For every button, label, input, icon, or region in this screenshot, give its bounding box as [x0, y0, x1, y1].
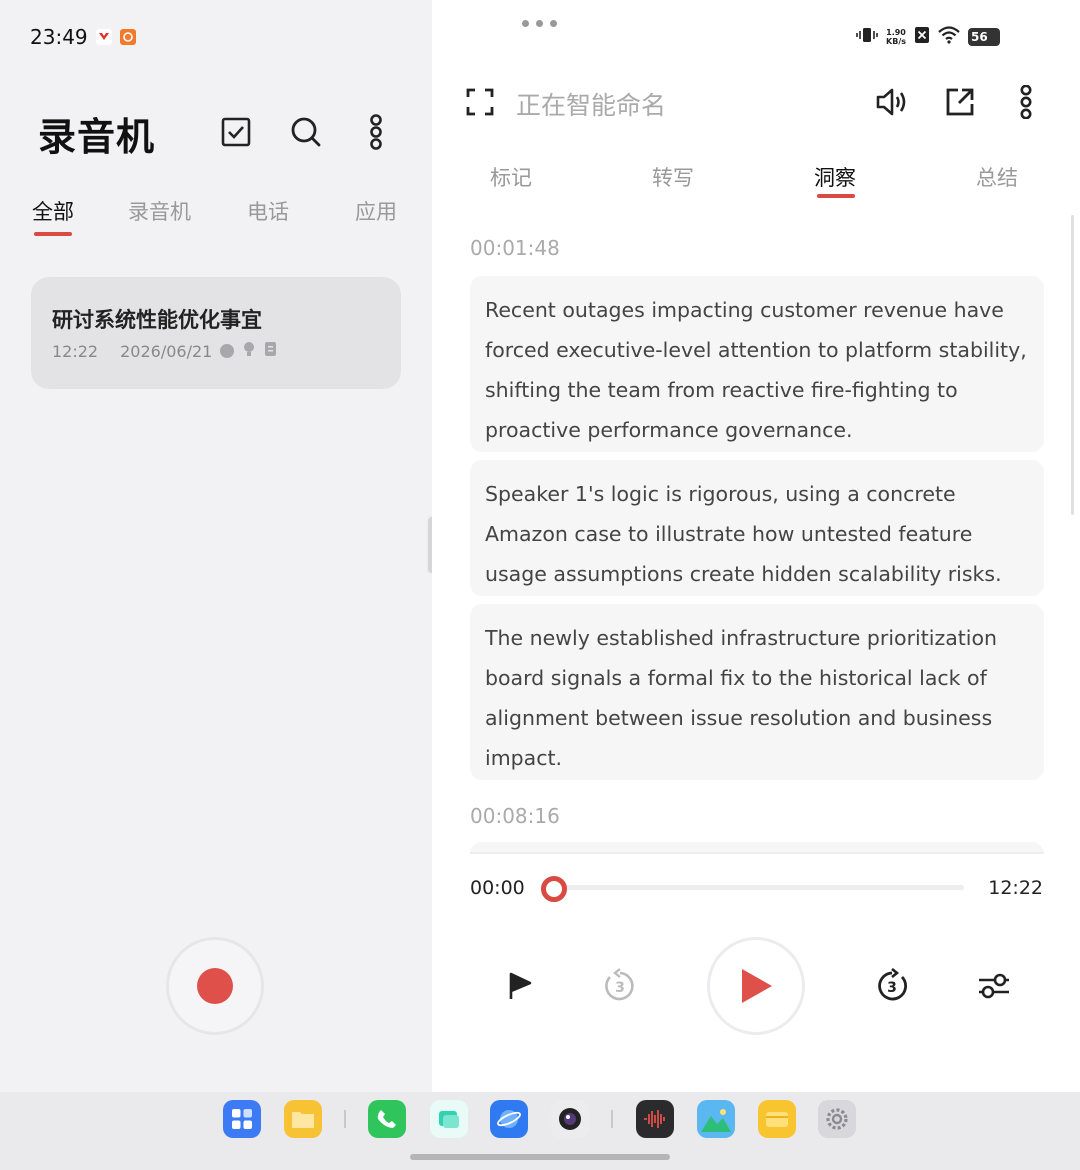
search-icon[interactable] [288, 112, 324, 152]
recording-title: 研讨系统性能优化事宜 [52, 308, 262, 332]
notes-icon[interactable] [430, 1100, 468, 1138]
tab-apps[interactable]: 应用 [355, 196, 397, 226]
player-divider [470, 852, 1044, 854]
summary-icon [264, 341, 278, 361]
tab-all[interactable]: 全部 [32, 196, 74, 226]
insight-card[interactable]: Recent outages impacting customer revenu… [470, 276, 1044, 452]
right-pane: 1.90 KB/s 56 正在智能命名 标记 转写 洞察 总结 00:01:48… [432, 0, 1080, 1092]
transcript-icon [220, 344, 235, 358]
left-pane: 23:49 录音机 全部 录音机 电话 应用 研讨系统性能优化事宜 12:22 … [0, 0, 432, 1092]
vibrate-icon [856, 27, 878, 47]
files-icon[interactable] [284, 1100, 322, 1138]
phone-icon[interactable] [368, 1100, 406, 1138]
share-icon[interactable] [942, 84, 978, 120]
section-timestamp[interactable]: 00:01:48 [470, 236, 560, 260]
recording-list-item[interactable]: 研讨系统性能优化事宜 12:22 2026/06/21 [31, 277, 401, 389]
tab-insights[interactable]: 洞察 [814, 162, 856, 192]
scrollbar[interactable] [1071, 215, 1074, 515]
record-button[interactable] [166, 937, 264, 1035]
recording-name-status: 正在智能命名 [516, 91, 667, 120]
progress-track[interactable] [554, 885, 964, 890]
dock-separator [344, 1110, 346, 1128]
camera-icon[interactable] [551, 1100, 589, 1138]
insight-text: The newly established infrastructure pri… [485, 626, 998, 770]
insight-text: Recent outages impacting customer revenu… [485, 298, 1027, 442]
wallet-icon[interactable] [758, 1100, 796, 1138]
insight-card[interactable]: Speaker 1's logic is rigorous, using a c… [470, 460, 1044, 596]
insight-icon [242, 341, 256, 361]
status-bar-right: 1.90 KB/s 56 [856, 24, 1000, 50]
app-title: 录音机 [38, 115, 156, 159]
record-dot-icon [197, 968, 233, 1004]
tab-summary[interactable]: 总结 [976, 162, 1018, 192]
insight-text: Speaker 1's logic is rigorous, using a c… [485, 482, 1002, 586]
more-icon[interactable] [1008, 84, 1044, 120]
app-grid-icon[interactable] [223, 1100, 261, 1138]
dock-separator [611, 1110, 613, 1128]
home-indicator[interactable] [410, 1154, 670, 1160]
battery-indicator: 56 [968, 28, 1000, 46]
tab-marks[interactable]: 标记 [490, 162, 532, 192]
tab-transcript[interactable]: 转写 [652, 162, 694, 192]
svg-text:3: 3 [887, 980, 897, 996]
left-tab-bar: 全部 录音机 电话 应用 [32, 196, 402, 240]
browser-icon[interactable] [490, 1100, 528, 1138]
active-tab-indicator [817, 194, 855, 198]
play-button[interactable] [707, 937, 805, 1035]
checkbox-icon[interactable] [218, 112, 254, 152]
tab-recorder[interactable]: 录音机 [128, 196, 191, 226]
detail-tab-bar: 标记 转写 洞察 总结 [432, 160, 1080, 204]
detail-header: 正在智能命名 [462, 80, 1052, 124]
recorder-icon[interactable] [636, 1100, 674, 1138]
speaker-icon[interactable] [874, 84, 910, 120]
play-icon [742, 969, 772, 1003]
tab-phone[interactable]: 电话 [247, 196, 289, 226]
notification-app-icon [119, 29, 136, 45]
svg-text:3: 3 [615, 980, 625, 996]
active-tab-indicator [34, 232, 72, 236]
progress-thumb[interactable] [541, 876, 567, 902]
current-time: 00:00 [470, 877, 525, 899]
flag-icon[interactable] [496, 962, 544, 1010]
no-sim-icon [914, 26, 930, 48]
recording-meta: 12:22 2026/06/21 [52, 341, 278, 361]
status-bar-left: 23:49 [30, 24, 136, 50]
status-time: 23:49 [30, 25, 88, 49]
recording-duration: 12:22 [52, 341, 99, 361]
insight-card[interactable]: The newly established infrastructure pri… [470, 604, 1044, 780]
recording-date: 2026/06/21 [120, 341, 213, 361]
fullscreen-icon[interactable] [462, 84, 498, 120]
forward-3-icon[interactable]: 3 [868, 962, 916, 1010]
settings-icon[interactable] [818, 1100, 856, 1138]
rewind-3-icon[interactable]: 3 [596, 962, 644, 1010]
network-speed: 1.90 KB/s [886, 28, 906, 46]
photos-icon[interactable] [697, 1100, 735, 1138]
total-time: 12:22 [988, 877, 1043, 899]
more-icon[interactable] [358, 112, 394, 152]
window-drag-dots[interactable] [522, 20, 557, 27]
taskbar-dock [0, 1092, 1080, 1170]
wifi-icon [938, 26, 960, 48]
settings-sliders-icon[interactable] [970, 962, 1018, 1010]
notification-app-icon [95, 29, 112, 45]
section-timestamp[interactable]: 00:08:16 [470, 804, 560, 828]
